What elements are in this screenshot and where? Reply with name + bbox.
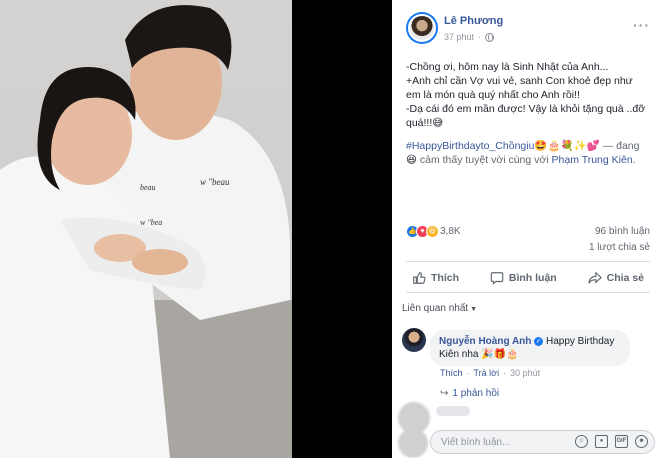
comment-sort-dropdown[interactable]: Liên quan nhất ▼ (402, 303, 477, 314)
post-hashtag-line: #HappyBirthdayto_Chồngiu🤩🎂💐✨💕 — đang 😆 c… (406, 139, 650, 167)
share-label: Chia sẻ (606, 272, 644, 284)
comment-time[interactable]: 30 phút (510, 368, 540, 378)
meta-dot: · (478, 32, 482, 42)
post-panel: Lê Phương 37 phút · ··· -Chồng ơi, hôm n… (392, 0, 660, 458)
comment-input[interactable] (441, 436, 566, 448)
post-text: -Chồng ơi, hôm nay là Sinh Nhật của Anh.… (406, 61, 646, 129)
post-meta: 37 phút · (444, 32, 495, 42)
svg-text:beau: beau (140, 183, 156, 192)
post-body: -Chồng ơi, hôm nay là Sinh Nhật của Anh.… (406, 60, 648, 130)
haha-reaction-icon: 😆 (426, 225, 439, 238)
comment-actions: Thích · Trả lời · 30 phút (440, 368, 540, 378)
post-actions: Thích Bình luận Chia sẻ (406, 265, 650, 291)
author-avatar[interactable] (406, 12, 438, 44)
post-time[interactable]: 37 phút (444, 32, 474, 42)
globe-icon (485, 32, 495, 42)
share-count[interactable]: 1 lượt chia sẻ (589, 242, 650, 253)
gif-icon[interactable]: GIF (615, 435, 628, 448)
view-replies-link[interactable]: ↪ 1 phản hồi (440, 388, 499, 399)
divider-bottom (406, 292, 650, 293)
emoji-icon[interactable]: ☺ (575, 435, 588, 448)
comment-label: Bình luận (508, 272, 557, 284)
tagged-person-link[interactable]: Phạm Trung Kiên (552, 154, 633, 166)
share-button[interactable]: Chia sẻ (582, 267, 650, 289)
feeling-text: cảm thấy tuyệt vời cùng với (416, 154, 552, 166)
reaction-icons[interactable]: 👍 ♥ 😆 (406, 225, 439, 238)
hashtag-emojis: 🤩🎂💐✨💕 (534, 140, 600, 152)
like-button[interactable]: Thích (406, 267, 465, 289)
more-icon[interactable]: ··· (633, 17, 650, 33)
svg-text:w "bea: w "bea (140, 218, 162, 227)
hashtag-link[interactable]: #HappyBirthdayto_Chồngiu (406, 140, 534, 152)
replies-count: 1 phản hồi (452, 388, 500, 399)
share-icon (587, 271, 602, 284)
sticker-icon[interactable]: ☻ (635, 435, 648, 448)
feeling-emoji: 😆 (406, 154, 417, 166)
comment-button[interactable]: Bình luận (484, 267, 563, 289)
author-avatar-image (408, 14, 436, 42)
reply-arrow-icon: ↪ (440, 388, 449, 399)
like-icon (413, 272, 426, 284)
author-name[interactable]: Lê Phương (444, 15, 503, 27)
sort-label: Liên quan nhất (402, 303, 469, 314)
like-label: Thích (431, 272, 459, 284)
comment-reply-link[interactable]: Trả lời (474, 368, 500, 378)
post-header: Lê Phương 37 phút · ··· (406, 12, 650, 46)
comment-actions-dot: · (466, 368, 470, 378)
reactions-summary: 👍 ♥ 😆 3,8K 96 bình luận 1 lượt chia sẻ (406, 223, 650, 263)
comment-icon (490, 272, 504, 285)
camera-icon[interactable]: ● (595, 435, 608, 448)
couple-photo-illustration: w "beau beau w "bea (0, 5, 292, 458)
comment-count[interactable]: 96 bình luận (595, 226, 650, 237)
commenter-avatar[interactable] (402, 328, 426, 352)
feeling-end: . (632, 154, 636, 166)
commenter-name[interactable]: Nguyễn Hoàng Anh (439, 336, 531, 347)
current-user-avatar (398, 428, 428, 458)
verified-badge-icon: ✓ (534, 336, 544, 346)
feeling-prefix: — đang (599, 140, 640, 152)
chevron-down-icon: ▼ (470, 306, 478, 313)
comment-input-box[interactable]: ☺ ● GIF ☻ (430, 430, 655, 454)
comment-input-tools: ☺ ● GIF ☻ (575, 435, 648, 448)
reaction-count[interactable]: 3,8K (440, 226, 461, 237)
comment-like-link[interactable]: Thích (440, 368, 463, 378)
svg-text:w "beau: w "beau (200, 177, 230, 187)
post-photo[interactable]: w "beau beau w "bea (0, 0, 292, 458)
blurred-comment-placeholder (436, 406, 470, 416)
divider-top (406, 261, 650, 262)
comment-bubble: Nguyễn Hoàng Anh ✓ Happy Birthday Kiên n… (430, 330, 630, 366)
comment-actions-dot: · (503, 368, 507, 378)
